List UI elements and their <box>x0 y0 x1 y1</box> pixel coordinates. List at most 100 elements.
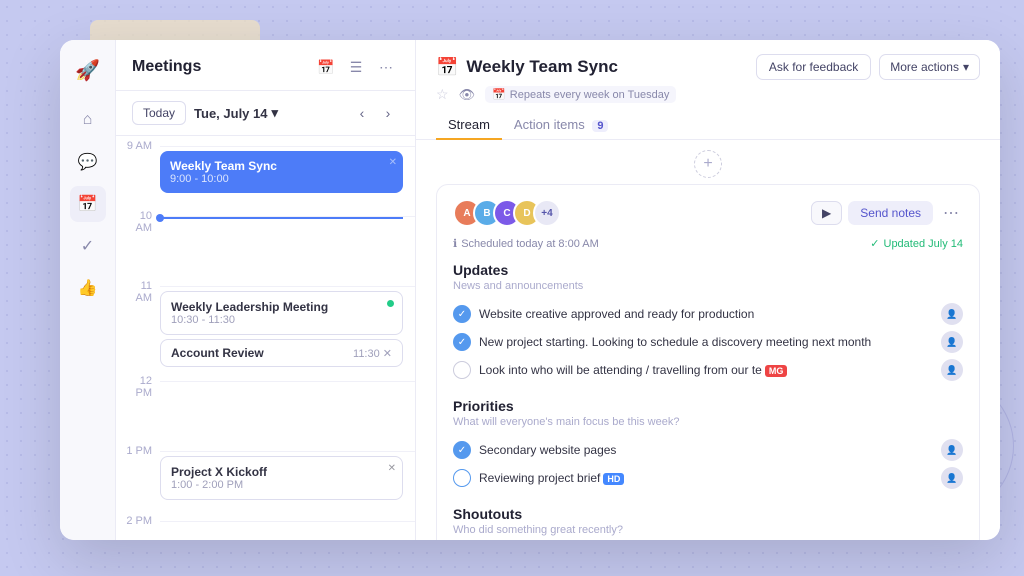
more-actions-chevron-icon: ▾ <box>963 60 969 74</box>
sidebar-item-chat[interactable]: 💬 <box>70 144 106 180</box>
calendar-timeline[interactable]: 9 AM ✕ Weekly Team Sync 9:00 - 10:00 10 … <box>116 136 415 540</box>
time-slot-12pm: 12 PM <box>116 371 415 441</box>
event-title: Account Review <box>171 346 264 360</box>
eye-icon[interactable]: 👁 <box>459 87 476 103</box>
list-item: ✓ Website creative approved and ready fo… <box>453 300 963 328</box>
meetings-header-icons: 📅 ☰ ⋯ <box>313 54 399 80</box>
list-view-icon[interactable]: ☰ <box>343 54 369 80</box>
section-priorities: Priorities What will everyone's main foc… <box>453 398 963 492</box>
action-items-badge: 9 <box>592 120 608 132</box>
meetings-header: Meetings 📅 ☰ ⋯ <box>116 40 415 91</box>
calendar-small-icon: 📅 <box>492 88 506 101</box>
calendar-view-icon[interactable]: 📅 <box>313 54 339 80</box>
star-icon[interactable]: ☆ <box>436 86 449 103</box>
meetings-title: Meetings <box>132 58 305 76</box>
date-dropdown-icon: ▾ <box>272 105 279 121</box>
time-label-11am: 11 AM <box>116 276 160 304</box>
updated-text: ✓ Updated July 14 <box>870 237 963 250</box>
sidebar-item-calendar[interactable]: 📅 <box>70 186 106 222</box>
item-avatar: 👤 <box>941 331 963 353</box>
event-title: Weekly Leadership Meeting <box>171 300 392 314</box>
time-slot-11am: 11 AM Weekly Leadership Meeting 10:30 - … <box>116 276 415 371</box>
section-shoutouts: Shoutouts Who did something great recent… <box>453 506 963 540</box>
add-row: + <box>436 140 980 184</box>
section-shoutouts-title: Shoutouts <box>453 506 963 522</box>
time-label-10am: 10 AM <box>116 206 160 234</box>
section-updates-subtitle: News and announcements <box>453 280 963 292</box>
event-time: 10:30 - 11:30 <box>171 314 392 326</box>
next-date-button[interactable]: › <box>377 102 399 124</box>
event-time: 9:00 - 10:00 <box>170 173 393 185</box>
recurrence-badge: 📅 Repeats every week on Tuesday <box>485 86 676 103</box>
item-text: Secondary website pages <box>479 443 933 457</box>
ask-feedback-button[interactable]: Ask for feedback <box>756 54 871 80</box>
tab-action-items[interactable]: Action items 9 <box>502 111 621 140</box>
check-icon[interactable]: ✓ <box>453 441 471 459</box>
event-close-icon: ✕ <box>389 157 397 168</box>
event-project-kickoff[interactable]: ✕ Project X Kickoff 1:00 - 2:00 PM <box>160 456 403 500</box>
list-item: ✓ New project starting. Looking to sched… <box>453 328 963 356</box>
event-weekly-team-sync[interactable]: ✕ Weekly Team Sync 9:00 - 10:00 <box>160 151 403 193</box>
item-avatar: 👤 <box>941 303 963 325</box>
meeting-detail-body[interactable]: + A B C D +4 ▶ Send note <box>416 140 1000 540</box>
item-text: Website creative approved and ready for … <box>479 307 933 321</box>
more-actions-button[interactable]: More actions ▾ <box>879 54 980 80</box>
time-label-1pm: 1 PM <box>116 441 160 457</box>
time-slot-10am: 10 AM <box>116 206 415 276</box>
meeting-detail-top: 📅 Weekly Team Sync Ask for feedback More… <box>436 54 980 80</box>
prev-date-button[interactable]: ‹ <box>351 102 373 124</box>
send-notes-button[interactable]: Send notes <box>848 201 933 225</box>
list-item: ✓ Secondary website pages 👤 <box>453 436 963 464</box>
meeting-icon: 📅 <box>436 57 458 78</box>
tag-hd-badge: HD <box>603 473 624 485</box>
meetings-panel: Meetings 📅 ☰ ⋯ Today Tue, July 14 ▾ ‹ › … <box>116 40 416 540</box>
schedule-info: ℹ Scheduled today at 8:00 AM ✓ Updated J… <box>453 237 963 250</box>
tag-mg-badge: MG <box>765 365 788 377</box>
list-item: Reviewing project briefHD 👤 <box>453 464 963 492</box>
current-time-line <box>160 217 403 219</box>
tabs: Stream Action items 9 <box>436 111 980 139</box>
list-item: Look into who will be attending / travel… <box>453 356 963 384</box>
meeting-title-row: 📅 Weekly Team Sync <box>436 57 618 78</box>
recurrence-text: Repeats every week on Tuesday <box>510 89 670 101</box>
event-account-review[interactable]: Account Review 11:30 ✕ <box>160 339 403 367</box>
check-icon[interactable]: ✓ <box>453 305 471 323</box>
tab-stream[interactable]: Stream <box>436 111 502 140</box>
header-actions: Ask for feedback More actions ▾ <box>756 54 980 80</box>
card-more-icon[interactable]: ⋯ <box>939 201 963 225</box>
time-label-12pm: 12 PM <box>116 371 160 399</box>
info-icon: ℹ <box>453 237 457 250</box>
notes-card: A B C D +4 ▶ Send notes ⋯ <box>436 184 980 540</box>
event-time: 1:00 - 2:00 PM <box>171 479 392 491</box>
check-icon[interactable]: ✓ <box>453 333 471 351</box>
sidebar-item-thumbs[interactable]: 👍 <box>70 270 106 306</box>
meeting-title: Weekly Team Sync <box>466 57 618 77</box>
section-priorities-subtitle: What will everyone's main focus be this … <box>453 416 963 428</box>
sidebar-item-home[interactable]: ⌂ <box>70 102 106 138</box>
check-icon[interactable] <box>453 361 471 379</box>
notes-card-header: A B C D +4 ▶ Send notes ⋯ <box>453 199 963 227</box>
video-button[interactable]: ▶ <box>811 201 842 225</box>
item-text: Look into who will be attending / travel… <box>479 363 933 377</box>
item-avatar: 👤 <box>941 359 963 381</box>
date-nav: Today Tue, July 14 ▾ ‹ › <box>116 91 415 136</box>
section-updates: Updates News and announcements ✓ Website… <box>453 262 963 384</box>
date-display[interactable]: Tue, July 14 ▾ <box>194 105 343 121</box>
sidebar-item-tasks[interactable]: ✓ <box>70 228 106 264</box>
meeting-meta: ☆ 👁 📅 Repeats every week on Tuesday <box>436 86 980 103</box>
video-icon: ▶ <box>822 206 831 220</box>
time-slot-1pm: 1 PM ✕ Project X Kickoff 1:00 - 2:00 PM <box>116 441 415 511</box>
date-nav-arrows: ‹ › <box>351 102 399 124</box>
check-icon[interactable] <box>453 469 471 487</box>
event-dot-icon <box>387 300 394 307</box>
check-icon-small: ✓ <box>870 237 879 250</box>
today-button[interactable]: Today <box>132 101 186 125</box>
time-line-10am <box>160 216 415 219</box>
section-updates-title: Updates <box>453 262 963 278</box>
event-leadership-meeting[interactable]: Weekly Leadership Meeting 10:30 - 11:30 <box>160 291 403 335</box>
more-options-icon[interactable]: ⋯ <box>373 54 399 80</box>
item-avatar: 👤 <box>941 467 963 489</box>
add-button[interactable]: + <box>694 150 722 178</box>
app-window: 🚀 ⌂ 💬 📅 ✓ 👍 Meetings 📅 ☰ ⋯ Today Tue, Ju… <box>60 40 1000 540</box>
item-text: New project starting. Looking to schedul… <box>479 335 933 349</box>
